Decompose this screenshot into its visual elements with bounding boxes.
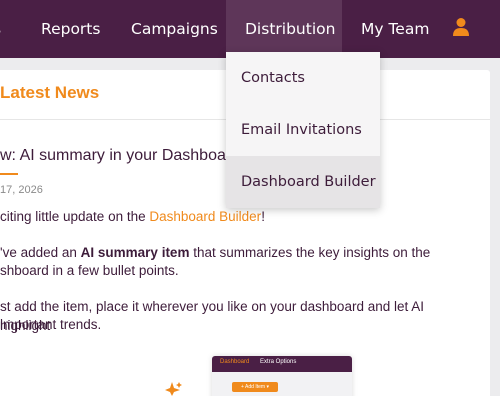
- dashboard-preview-image: Dashboard Extra Options + Add Item ▾: [212, 356, 352, 396]
- menu-item-email-invitations[interactable]: Email Invitations: [226, 104, 380, 156]
- article-paragraph-1: citing little update on the Dashboard Bu…: [0, 208, 460, 227]
- nav-item-reports[interactable]: Reports: [41, 0, 100, 58]
- preview-tab-dashboard: Dashboard: [220, 359, 250, 365]
- paragraph-1-end: !: [261, 209, 265, 224]
- article-date: 17, 2026: [0, 184, 43, 196]
- top-navigation: s Reports Campaigns Distribution My Team: [0, 0, 500, 58]
- title-underline: [0, 173, 18, 175]
- preview-tab-extra-options: Extra Options: [260, 359, 297, 365]
- preview-add-item-button: + Add Item ▾: [232, 382, 278, 392]
- ai-summary-item-bold: AI summary item: [80, 245, 190, 260]
- paragraph-2-cont: that summarizes the key insights on the: [189, 245, 431, 260]
- nav-item-my-team[interactable]: My Team: [361, 0, 429, 58]
- menu-item-dashboard-builder[interactable]: Dashboard Builder: [226, 156, 380, 208]
- nav-item-campaigns[interactable]: Campaigns: [131, 0, 218, 58]
- paragraph-3-line-2: important trends.: [0, 317, 102, 332]
- article-paragraph-2: 've added an AI summary item that summar…: [0, 244, 460, 263]
- paragraph-2-line-2: shboard in a few bullet points.: [0, 263, 179, 278]
- sparkle-icon: [165, 382, 182, 396]
- nav-item-partial[interactable]: s: [0, 0, 1, 58]
- article-title[interactable]: w: AI summary in your Dashboard: [0, 147, 240, 165]
- paragraph-2-text: 've added an: [0, 245, 81, 260]
- menu-item-contacts[interactable]: Contacts: [226, 52, 380, 104]
- preview-header-bar: Dashboard Extra Options: [212, 356, 352, 372]
- distribution-dropdown-menu: Contacts Email Invitations Dashboard Bui…: [226, 52, 380, 208]
- dashboard-builder-link[interactable]: Dashboard Builder: [149, 209, 261, 224]
- panel-title: Latest News: [0, 83, 100, 102]
- nav-item-distribution[interactable]: Distribution: [226, 0, 342, 58]
- paragraph-1-text: citing little update on the: [0, 209, 150, 224]
- person-icon[interactable]: [451, 17, 471, 37]
